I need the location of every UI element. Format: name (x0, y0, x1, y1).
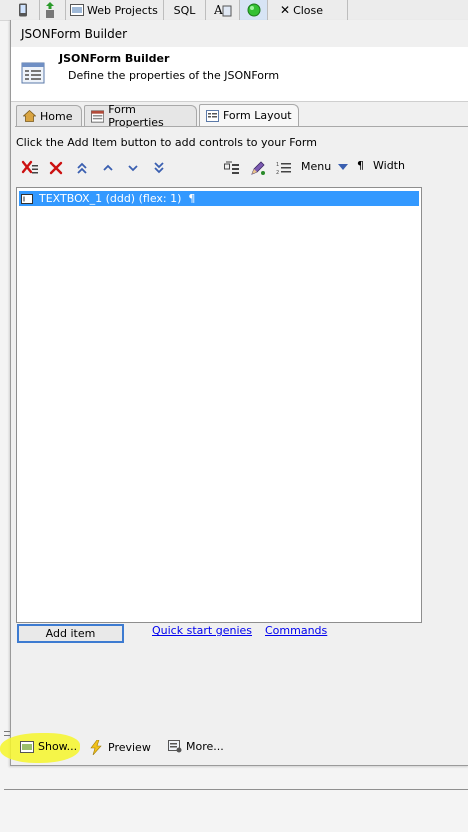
list-item-mark: ¶ (188, 192, 196, 205)
move-down-button[interactable] (124, 159, 142, 177)
list-item-label: TEXTBOX_1 (ddd) (flex: 1) (39, 192, 182, 205)
numbered-list-icon: 12 (276, 162, 291, 175)
edit-pencil-icon (251, 161, 265, 175)
text-style-icon: A (214, 3, 231, 17)
window-title: JSONForm Builder (21, 27, 128, 41)
header-description: Define the properties of the JSONForm (68, 69, 280, 82)
bottom-divider (4, 789, 468, 790)
jsonform-builder-dialog: JSONForm Builder JSONForm Builder Define… (10, 20, 468, 766)
tab-form-layout-label: Form Layout (223, 109, 292, 122)
edit-item-button[interactable] (249, 159, 267, 177)
close-button[interactable]: ✕ Close (268, 0, 348, 20)
lightning-icon (90, 740, 102, 755)
add-item-button[interactable]: Add item (17, 624, 124, 643)
double-chevron-up-icon (77, 162, 87, 174)
top-toolbar: Web Projects SQL A ✕ Close (0, 0, 468, 21)
svg-text:1: 1 (276, 162, 279, 168)
tab-form-layout[interactable]: Form Layout (199, 104, 299, 126)
tab-divider (15, 126, 468, 127)
header-title: JSONForm Builder (59, 52, 170, 65)
numbered-list-button[interactable]: 12 (275, 159, 293, 177)
web-projects-button[interactable]: Web Projects (66, 0, 164, 20)
textbox-icon (21, 193, 33, 204)
phone-icon (19, 3, 27, 17)
insert-item-button[interactable] (223, 159, 241, 177)
more-label: More... (186, 740, 224, 753)
web-projects-icon (70, 4, 84, 16)
close-icon: ✕ (280, 3, 291, 17)
show-button[interactable]: Show... (20, 740, 77, 753)
tab-form-properties[interactable]: Form Properties (84, 103, 197, 129)
home-icon (23, 110, 36, 122)
delete-all-icon (21, 160, 38, 174)
chevron-up-icon (103, 164, 113, 171)
move-up-button[interactable] (99, 159, 117, 177)
move-top-button[interactable] (73, 159, 91, 177)
web-projects-label: Web Projects (87, 3, 158, 17)
menu-dropdown[interactable]: Menu (301, 160, 349, 173)
more-button[interactable]: More... (168, 740, 224, 753)
side-mark (4, 735, 10, 736)
chevron-down-icon (128, 165, 138, 172)
side-mark (4, 731, 10, 732)
add-item-label: Add item (45, 627, 96, 640)
sql-label: SQL (173, 3, 196, 17)
run-button[interactable] (240, 0, 268, 20)
svg-text:2: 2 (276, 170, 279, 175)
text-style-button[interactable]: A (206, 0, 240, 20)
double-chevron-down-icon (154, 162, 164, 174)
upload-icon (46, 2, 54, 18)
width-button[interactable]: Width (373, 159, 405, 172)
form-items-list[interactable]: TEXTBOX_1 (ddd) (flex: 1) ¶ (16, 187, 422, 623)
tab-home-label: Home (40, 109, 73, 123)
phone-button[interactable] (14, 0, 40, 20)
deploy-button[interactable] (40, 0, 66, 20)
insert-item-icon (224, 161, 239, 174)
tab-home[interactable]: Home (16, 105, 82, 126)
delete-button[interactable] (47, 159, 65, 177)
preview-label: Preview (108, 741, 151, 754)
svg-text:A: A (214, 3, 223, 17)
delete-icon (49, 161, 63, 175)
form-properties-icon (91, 109, 105, 123)
form-builder-icon (21, 62, 45, 84)
list-item[interactable]: TEXTBOX_1 (ddd) (flex: 1) ¶ (19, 191, 419, 206)
show-label: Show... (38, 740, 78, 753)
delete-all-button[interactable] (21, 159, 39, 177)
quick-start-genies-link[interactable]: Quick start genies (152, 624, 252, 637)
form-layout-icon (206, 109, 219, 122)
pilcrow-button[interactable]: ¶ (357, 159, 364, 172)
more-icon (168, 740, 182, 753)
commands-link[interactable]: Commands (265, 624, 327, 637)
preview-button[interactable]: Preview (90, 740, 151, 755)
green-circle-icon (247, 3, 260, 17)
instruction-text: Click the Add Item button to add control… (16, 136, 317, 149)
menu-label: Menu (301, 160, 332, 173)
triangle-down-icon (338, 163, 349, 170)
move-bottom-button[interactable] (150, 159, 168, 177)
close-label: Close (293, 3, 324, 17)
dialog-header: JSONForm Builder Define the properties o… (11, 47, 468, 102)
show-icon (20, 740, 34, 753)
sql-button[interactable]: SQL (164, 0, 206, 20)
